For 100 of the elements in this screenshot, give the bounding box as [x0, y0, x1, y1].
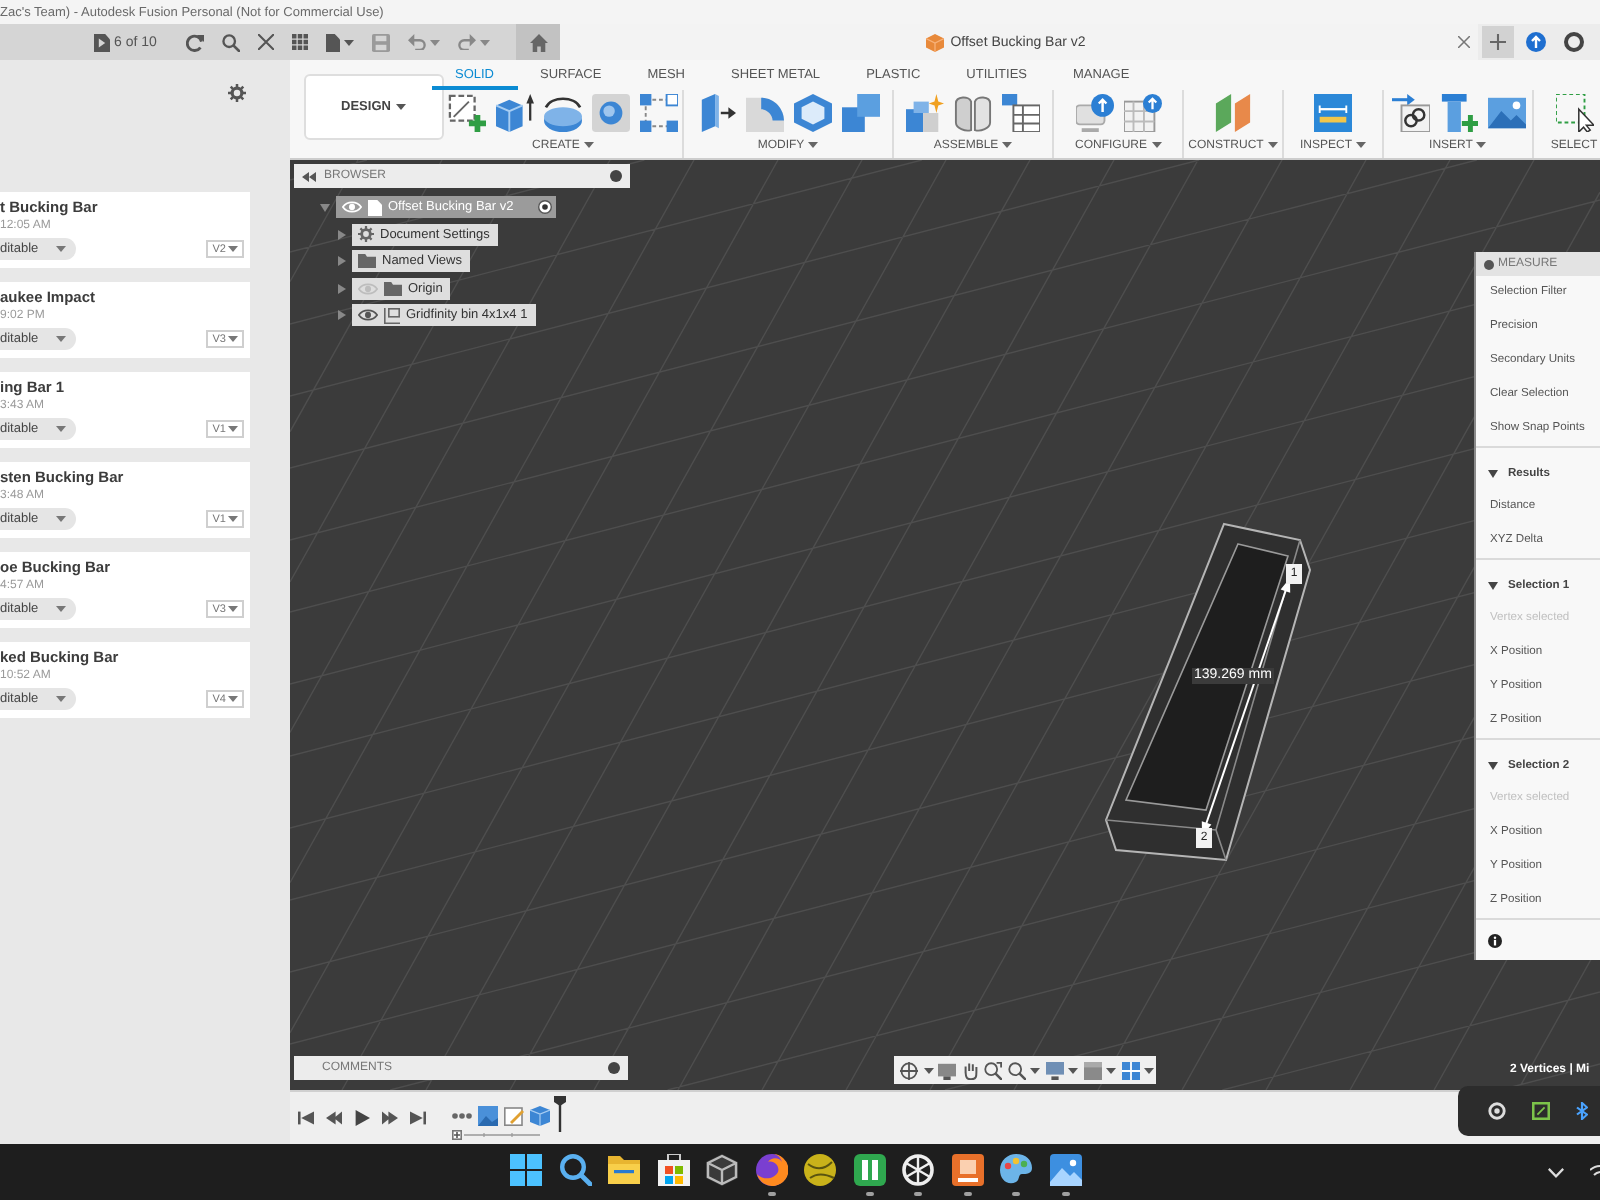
caret-icon	[1267, 142, 1278, 148]
caret-icon	[808, 142, 819, 148]
caret-right-icon[interactable]	[338, 283, 346, 294]
table-badge-icon[interactable]	[1123, 93, 1161, 131]
grid-icon[interactable]	[292, 34, 309, 50]
dot-icon	[1484, 259, 1494, 269]
link-arrow-icon[interactable]	[1391, 93, 1429, 131]
step-forward-icon[interactable]	[382, 1110, 398, 1126]
play-icon[interactable]	[354, 1110, 370, 1126]
pattern-nodes-icon[interactable]	[640, 93, 678, 131]
start-icon[interactable]	[510, 1154, 542, 1186]
dots-icon[interactable]	[452, 1112, 472, 1120]
caret-icon	[56, 516, 66, 522]
options-dot-icon[interactable]	[610, 170, 622, 182]
caret-icon[interactable]	[1144, 1067, 1154, 1073]
tick-ruler-icon	[464, 1132, 540, 1138]
bluetooth-icon[interactable]	[1576, 1102, 1588, 1120]
caret-icon	[228, 696, 238, 702]
caret-icon	[228, 426, 238, 432]
wifi-icon[interactable]	[1590, 1164, 1600, 1180]
caret-icon	[56, 696, 66, 702]
screen-icon[interactable]	[938, 1061, 956, 1079]
orbit-icon[interactable]	[900, 1061, 918, 1079]
picture-icon[interactable]	[1487, 93, 1525, 131]
cylinder-arc-icon[interactable]	[544, 93, 582, 131]
zoom-icon[interactable]	[1007, 1061, 1025, 1079]
caret-icon	[1151, 142, 1161, 148]
table-icon[interactable]	[1002, 93, 1040, 131]
shaded-square-icon[interactable]	[1083, 1061, 1101, 1079]
caret-right-icon[interactable]	[338, 229, 346, 240]
caret-icon[interactable]	[1030, 1067, 1040, 1073]
up-arrow-circle-icon[interactable]	[1526, 32, 1546, 52]
file-icon[interactable]	[326, 33, 341, 51]
skip-forward-icon[interactable]	[410, 1110, 426, 1126]
radio-icon[interactable]	[537, 200, 552, 215]
box-hole-icon[interactable]	[592, 93, 630, 131]
selection-cursor-icon[interactable]	[1555, 93, 1593, 131]
grid-icon[interactable]	[1121, 1061, 1139, 1079]
rounded-block-icon[interactable]	[745, 93, 783, 131]
close-icon[interactable]	[1458, 36, 1471, 48]
palette-icon[interactable]	[1000, 1154, 1032, 1186]
document-play-icon	[94, 33, 110, 51]
caret-right-icon[interactable]	[338, 256, 346, 267]
box-arrow-icon[interactable]	[496, 93, 534, 131]
caret-icon	[56, 426, 66, 432]
stacked-cubes-icon[interactable]	[841, 93, 879, 131]
wheel-icon[interactable]	[902, 1154, 934, 1186]
home-button[interactable]	[516, 24, 560, 60]
chevron-down-icon[interactable]	[1548, 1167, 1564, 1177]
caret-icon[interactable]	[1106, 1067, 1116, 1073]
new-tab-button[interactable]	[1482, 26, 1514, 58]
caret-icon[interactable]	[344, 39, 355, 45]
double-chevron-icon[interactable]	[302, 171, 316, 181]
slab-arrow-icon[interactable]	[697, 93, 735, 131]
options-dot-icon[interactable]	[608, 1062, 620, 1074]
document-icon	[368, 199, 382, 216]
photo-tile-icon[interactable]	[1049, 1154, 1081, 1186]
target-icon[interactable]	[1488, 1102, 1506, 1120]
step-back-icon[interactable]	[326, 1110, 342, 1126]
cubes-sparkle-icon[interactable]	[906, 93, 944, 131]
hexagon-icon[interactable]	[793, 93, 831, 131]
settings-icon[interactable]	[228, 84, 246, 102]
component-icon	[384, 307, 400, 324]
caret-icon	[228, 246, 238, 252]
caret-icon	[1002, 142, 1013, 148]
caret-icon	[228, 606, 238, 612]
ruler-tile-icon[interactable]	[1314, 93, 1352, 131]
hand-icon[interactable]	[961, 1061, 979, 1079]
caret-icon[interactable]	[923, 1067, 933, 1073]
slashed-square-icon[interactable]	[1532, 1102, 1550, 1120]
caret-icon	[56, 336, 66, 342]
timeline-marker[interactable]	[554, 1096, 566, 1132]
caret-icon	[396, 104, 407, 110]
planes-icon[interactable]	[1214, 93, 1252, 131]
bolt-plus-icon[interactable]	[1439, 93, 1477, 131]
folder-icon[interactable]	[608, 1154, 640, 1186]
caret-down-icon[interactable]	[320, 203, 330, 212]
info-icon[interactable]	[1488, 933, 1502, 947]
shopping-bag-icon[interactable]	[657, 1154, 689, 1186]
monitor-icon[interactable]	[1045, 1061, 1063, 1079]
app-tile-icon[interactable]	[951, 1154, 983, 1186]
search-icon[interactable]	[559, 1154, 591, 1186]
ring-icon[interactable]	[1564, 32, 1584, 52]
search-icon[interactable]	[222, 33, 241, 51]
upload-badge-icon[interactable]	[1075, 93, 1113, 131]
eye-icon[interactable]	[358, 308, 378, 323]
zoom-window-icon[interactable]	[984, 1061, 1002, 1079]
ball-icon[interactable]	[804, 1154, 836, 1186]
sketch-icon[interactable]	[504, 1106, 524, 1126]
skip-back-icon[interactable]	[298, 1110, 314, 1126]
cube-icon[interactable]	[706, 1154, 738, 1186]
sketch-plus-icon[interactable]	[448, 93, 486, 131]
close-icon[interactable]	[258, 34, 275, 50]
caret-right-icon[interactable]	[338, 310, 346, 321]
joint-icon[interactable]	[954, 93, 992, 131]
plus-square-icon[interactable]	[452, 1130, 462, 1140]
globe-icon[interactable]	[755, 1154, 787, 1186]
refresh-icon[interactable]	[186, 33, 205, 51]
caret-icon[interactable]	[1068, 1067, 1078, 1073]
bars-tile-icon[interactable]	[853, 1154, 885, 1186]
